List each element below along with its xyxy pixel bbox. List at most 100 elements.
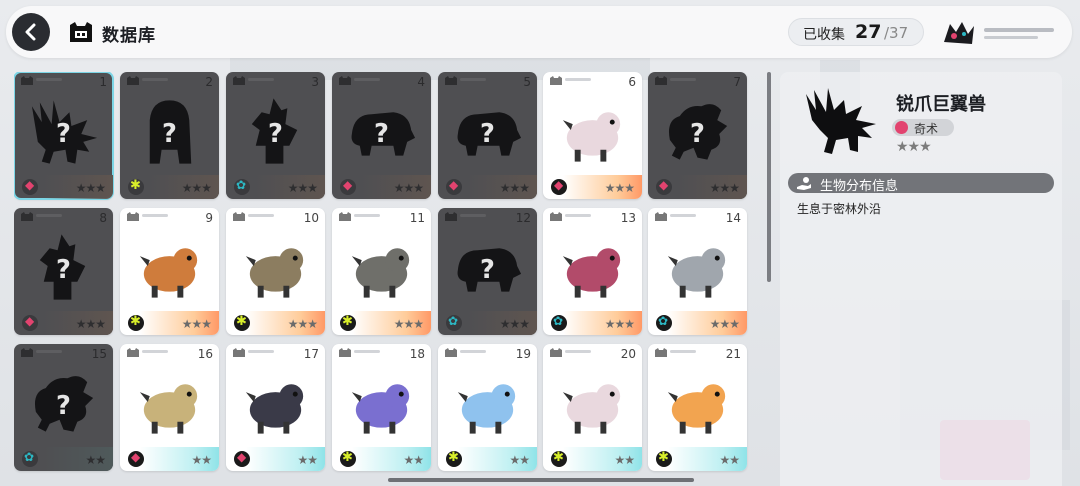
grass-element-icon: ✱ [128,178,144,195]
svg-text:?: ? [690,119,705,149]
card-rarity-stars: ★★★ [393,181,424,195]
creature-card[interactable]: 16 ◆ ★★ [120,344,219,471]
game-logo [944,22,1054,44]
card-tag-line [36,350,62,353]
locked-silhouette-icon: ? [251,98,298,164]
magic-type-icon [895,121,908,134]
creature-card[interactable]: 1? ◆ ★★★ [14,72,114,200]
creature-portrait-icon [562,112,621,162]
card-tag-line [460,350,486,353]
page-title: 数据库 [102,26,156,46]
card-tag-line [670,214,696,217]
card-tag-line [354,214,380,217]
card-rarity-stars: ★★★ [287,317,318,331]
creature-card[interactable]: 4? ◆ ★★★ [332,72,431,199]
card-badge-icon [127,212,139,221]
creature-name: 锐爪巨翼兽 [896,94,986,115]
collected-total: /37 [884,24,909,42]
locked-silhouette-icon: ? [149,100,192,164]
creature-grid: 1? ◆ ★★★ 2? ✱ ★★★ 3? ✿ ★★★ 4? ◆ ★★★ 5? ◆ ★★★ 6 ◆ ★★★ 7? ◆ ★★… [14,72,749,486]
magic-element-icon: ◆ [22,314,38,331]
creature-card[interactable]: 19 ✱ ★★ [438,344,537,471]
creature-portrait-icon [562,384,621,434]
card-tag-line [248,78,274,81]
card-number: 18 [409,347,425,361]
creature-card[interactable]: 5? ◆ ★★★ [438,72,537,199]
card-rarity-stars: ★★★ [181,317,212,331]
card-badge-icon [233,212,245,221]
svg-text:?: ? [268,119,283,149]
card-tag-line [460,78,486,81]
card-badge-icon [445,348,457,357]
card-rarity-stars: ★★★ [287,181,318,195]
card-number: 10 [303,211,319,225]
card-badge-icon [233,76,245,85]
creature-card[interactable]: 12? ✿ ★★★ [438,208,537,335]
card-number: 3 [311,75,319,89]
grass-element-icon: ✱ [446,450,462,467]
card-rarity-stars: ★★★ [75,181,106,195]
creature-card[interactable]: 7? ◆ ★★★ [648,72,747,199]
creature-card[interactable]: 14 ✿ ★★★ [648,208,747,335]
creature-card[interactable]: 20 ✱ ★★ [543,344,642,471]
card-tag-line [142,350,168,353]
collected-count: 27 [855,21,882,43]
creature-card[interactable]: 11 ✱ ★★★ [332,208,431,335]
creature-card[interactable]: 15? ✿ ★★ [14,344,113,471]
collected-label: 已收集 [803,27,845,43]
flower-element-icon: ✿ [551,314,567,331]
grass-element-icon: ✱ [551,450,567,467]
grid-scrollbar-horizontal[interactable] [388,478,694,482]
top-bar: 数据库 已收集 27 /37 [6,6,1072,58]
creature-card[interactable]: 21 ✱ ★★ [648,344,747,471]
chevron-left-icon [25,23,36,41]
card-number: 7 [733,75,741,89]
creature-card[interactable]: 8? ◆ ★★★ [14,208,113,335]
locked-silhouette-icon: ? [31,100,98,164]
creature-card[interactable]: 10 ✱ ★★★ [226,208,325,335]
grid-scrollbar-vertical[interactable] [767,72,771,282]
card-number: 12 [515,211,531,225]
locked-silhouette-icon: ? [39,234,86,300]
creature-card[interactable]: 18 ✱ ★★ [332,344,431,471]
creature-card[interactable]: 17 ◆ ★★ [226,344,325,471]
magic-element-icon: ◆ [22,178,38,195]
creature-card[interactable]: 9 ✱ ★★★ [120,208,219,335]
card-tag-line [354,78,380,81]
card-badge-icon [339,212,351,221]
card-rarity-stars: ★★ [509,453,529,467]
creature-detail-panel: 锐爪巨翼兽 奇术 ★★★ 生物分布信息 生息于密林外沿 [780,72,1062,486]
card-tag-line [565,78,591,81]
back-button[interactable] [12,13,50,51]
card-badge-icon [655,212,667,221]
card-tag-line [142,214,168,217]
card-number: 16 [197,347,213,361]
svg-text:?: ? [480,119,495,149]
svg-text:?: ? [374,119,389,149]
flower-element-icon: ✿ [446,314,462,331]
card-number: 1 [99,75,107,89]
card-tag-line [248,214,274,217]
creature-card[interactable]: 6 ◆ ★★★ [543,72,642,199]
creature-portrait-icon [667,384,726,434]
creature-portrait-icon [562,248,621,298]
grass-element-icon: ✱ [234,314,250,331]
creature-card[interactable]: 2? ✱ ★★★ [120,72,219,199]
card-number: 21 [725,347,741,361]
card-tag-line [36,78,62,81]
card-badge-icon [339,348,351,357]
flower-element-icon: ✿ [656,314,672,331]
card-number: 20 [620,347,636,361]
magic-element-icon: ◆ [340,178,356,195]
card-rarity-stars: ★★ [297,453,317,467]
card-rarity-stars: ★★ [403,453,423,467]
creature-card[interactable]: 13 ✿ ★★★ [543,208,642,335]
magic-element-icon: ◆ [128,450,144,467]
creature-portrait-icon [667,248,726,298]
card-rarity-stars: ★★ [614,453,634,467]
creature-silhouette-icon [806,88,876,154]
creature-card[interactable]: 3? ✿ ★★★ [226,72,325,199]
card-rarity-stars: ★★★ [604,317,635,331]
card-tag-line [565,350,591,353]
rarity-stars: ★★★ [896,139,932,155]
